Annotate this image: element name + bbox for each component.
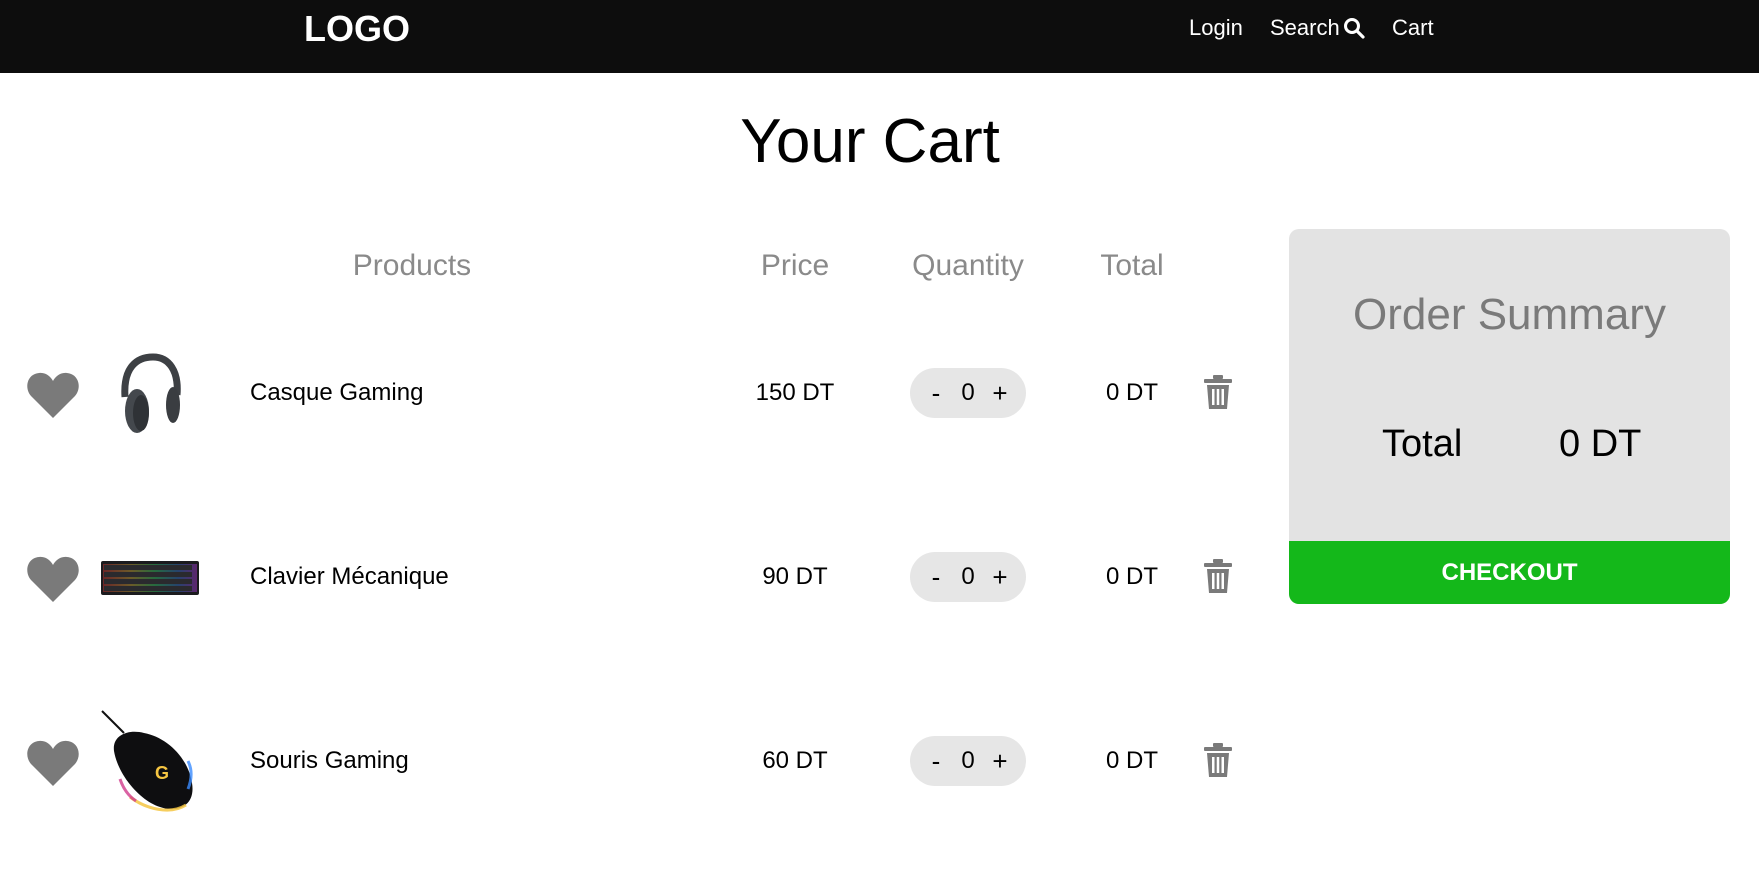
- increment-button[interactable]: +: [988, 562, 1012, 592]
- cart-row-clavier-mecanique: Clavier Mécanique 90 DT - 0 + 0 DT: [0, 522, 1280, 632]
- line-total: 0 DT: [1105, 563, 1158, 590]
- summary-total-value: 0 DT: [1559, 423, 1642, 465]
- heart-icon[interactable]: [26, 370, 80, 420]
- column-header-quantity: Quantity: [912, 249, 1024, 282]
- heart-icon[interactable]: [26, 554, 80, 604]
- decrement-button[interactable]: -: [924, 562, 948, 592]
- logo[interactable]: LOGO: [304, 7, 410, 51]
- quantity-stepper: - 0 +: [910, 552, 1026, 602]
- trash-icon[interactable]: [1204, 559, 1232, 593]
- svg-text:G: G: [155, 763, 169, 783]
- page-title: Your Cart: [740, 107, 1000, 176]
- product-name: Casque Gaming: [250, 379, 424, 406]
- decrement-button[interactable]: -: [924, 378, 948, 408]
- product-image-mouse: G: [100, 709, 200, 813]
- column-header-total: Total: [1100, 249, 1164, 282]
- order-summary-title: Order Summary: [1353, 290, 1666, 339]
- increment-button[interactable]: +: [988, 746, 1012, 776]
- nav-search-label: Search: [1270, 15, 1340, 40]
- quantity-value: 0: [961, 563, 975, 590]
- checkout-button[interactable]: CHECKOUT: [1289, 541, 1730, 604]
- quantity-value: 0: [961, 379, 975, 406]
- search-icon: [1343, 18, 1365, 39]
- column-header-price: Price: [760, 249, 830, 282]
- top-navbar: LOGO Login Search Cart: [0, 0, 1759, 73]
- cart-row-souris-gaming: G Souris Gaming 60 DT - 0 + 0 DT: [0, 706, 1280, 816]
- trash-icon[interactable]: [1204, 743, 1232, 777]
- cart-row-casque-gaming: Casque Gaming 150 DT - 0 + 0 DT: [0, 338, 1280, 448]
- product-price: 150 DT: [755, 379, 835, 406]
- product-name: Souris Gaming: [250, 747, 409, 774]
- summary-total-label: Total: [1382, 423, 1463, 465]
- line-total: 0 DT: [1105, 379, 1158, 406]
- heart-icon[interactable]: [26, 738, 80, 788]
- quantity-stepper: - 0 +: [910, 736, 1026, 786]
- nav-cart-link[interactable]: Cart: [1392, 14, 1434, 42]
- nav-login-link[interactable]: Login: [1189, 14, 1243, 42]
- column-header-products: Products: [352, 249, 472, 282]
- product-image-headphones: [100, 341, 200, 445]
- product-price: 90 DT: [762, 563, 828, 590]
- product-image-keyboard: [100, 525, 200, 629]
- order-summary-panel: Order Summary Total 0 DT CHECKOUT: [1289, 229, 1730, 604]
- product-name: Clavier Mécanique: [250, 563, 449, 590]
- quantity-value: 0: [961, 747, 975, 774]
- trash-icon[interactable]: [1204, 375, 1232, 409]
- product-price: 60 DT: [762, 747, 828, 774]
- nav-search-link[interactable]: Search: [1270, 14, 1365, 42]
- line-total: 0 DT: [1105, 747, 1158, 774]
- decrement-button[interactable]: -: [924, 746, 948, 776]
- increment-button[interactable]: +: [988, 378, 1012, 408]
- quantity-stepper: - 0 +: [910, 368, 1026, 418]
